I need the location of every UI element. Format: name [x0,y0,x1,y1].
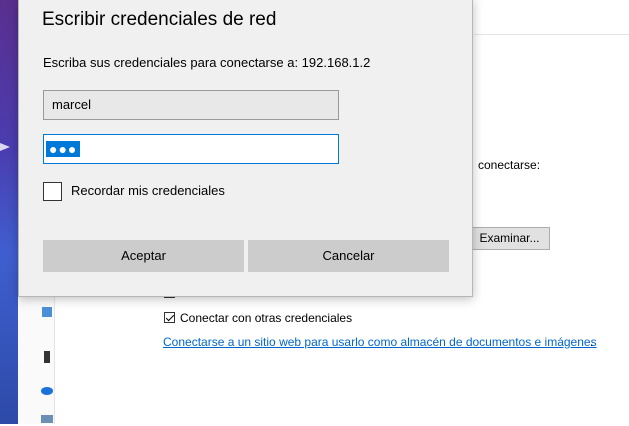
password-field[interactable]: ●●● [43,134,339,164]
website-link[interactable]: Conectarse a un sitio web para usarlo co… [163,335,597,349]
other-credentials-label: Conectar con otras credenciales [180,311,353,325]
desktop-background [0,0,18,424]
onedrive-icon[interactable] [40,383,54,397]
ok-button[interactable]: Aceptar [43,240,244,272]
link-period: . [590,335,594,349]
drive-icon[interactable] [40,350,54,364]
password-mask: ●●● [46,141,81,157]
remember-credentials-checkbox[interactable] [43,182,62,201]
folder-icon[interactable] [40,305,54,319]
username-field[interactable]: marcel [43,90,339,120]
connect-to-text: conectarse: [478,158,541,172]
desktop-icon [0,143,10,151]
other-credentials-checkbox[interactable] [164,312,175,323]
dialog-prompt: Escriba sus credenciales para conectarse… [43,55,371,70]
browse-button[interactable]: Examinar... [469,227,550,250]
remember-credentials-label: Recordar mis credenciales [71,183,225,198]
cancel-button[interactable]: Cancelar [248,240,449,272]
explorer-divider [474,34,629,35]
dialog-title: Escribir credenciales de red [42,9,277,30]
network-credentials-dialog: Escribir credenciales de red Escriba sus… [18,0,473,297]
